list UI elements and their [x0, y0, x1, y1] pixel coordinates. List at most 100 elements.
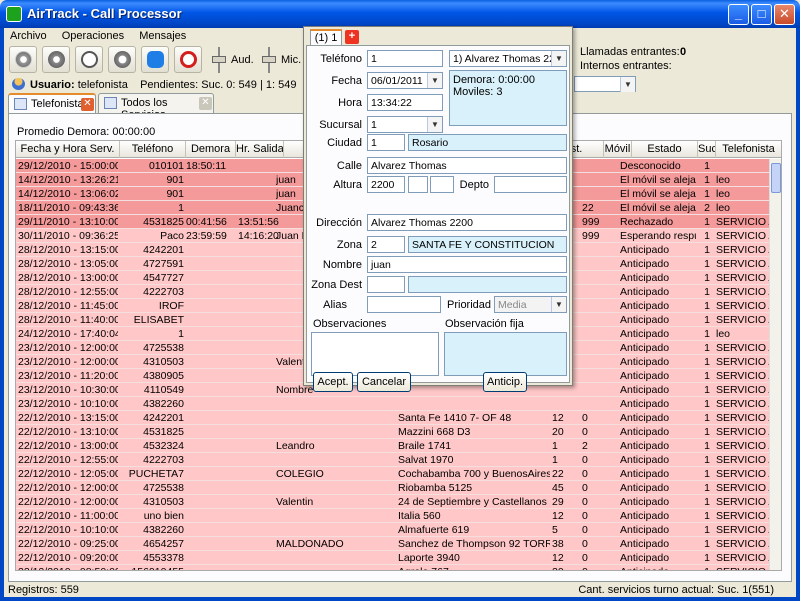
table-cell-demora: 00:41:56	[186, 216, 227, 228]
altura-extra-1[interactable]	[408, 176, 428, 193]
nombre-input[interactable]: juan	[367, 256, 567, 273]
table-cell-suc: 1	[704, 160, 710, 172]
table-cell-tel: 1	[178, 328, 184, 340]
table-cell-demora	[186, 271, 236, 285]
menu-mensajes[interactable]: Mensajes	[133, 28, 192, 42]
maximize-button[interactable]: □	[751, 4, 772, 25]
table-cell-movil: 999	[582, 216, 600, 228]
table-cell-suc: 1	[704, 398, 710, 410]
table-row[interactable]: 22/12/2010 - 11:00:00 uno bien Italia 560 1…	[16, 509, 781, 523]
table-cell-demora	[186, 285, 236, 299]
close-icon[interactable]: ✕	[81, 98, 94, 111]
table-cell-zona: 5	[552, 524, 558, 536]
toolbar-button-6[interactable]	[174, 46, 202, 73]
table-cell-zona: 45	[552, 482, 564, 494]
observaciones-textarea[interactable]	[311, 332, 439, 376]
grid-scrollbar[interactable]	[769, 159, 781, 570]
tab-todos-servicios[interactable]: Todos los Servicios ✕	[98, 93, 214, 121]
aceptar-button[interactable]: Acept.	[313, 372, 353, 392]
table-cell-demora	[186, 425, 236, 439]
table-cell-movil	[582, 341, 606, 355]
table-cell-suc: 1	[704, 384, 710, 396]
prioridad-select[interactable]: Media ▼	[494, 296, 567, 313]
col-demora[interactable]: Demora	[186, 141, 236, 158]
table-row[interactable]: 22/12/2010 - 09:25:00 4654257 MALDONADO San…	[16, 537, 781, 551]
table-cell-demora	[186, 327, 236, 341]
altura-input[interactable]: 2200	[367, 176, 405, 193]
col-telefonista[interactable]: Telefonista	[716, 141, 781, 158]
col-movil[interactable]: Móvil	[604, 141, 632, 158]
table-row[interactable]: 22/12/2010 - 12:05:00 PUCHETA7 COLEGIO Coch…	[16, 467, 781, 481]
fecha-input[interactable]: 06/01/2011 ▼	[367, 72, 443, 89]
toolbar-button-4[interactable]	[108, 46, 136, 73]
menu-operaciones[interactable]: Operaciones	[56, 28, 130, 42]
toolbar-button-3[interactable]	[75, 46, 103, 73]
table-cell-dir: Mazzini 668 D3	[398, 426, 471, 438]
col-suc[interactable]: Suc.	[698, 141, 716, 158]
toolbar-button-2[interactable]	[42, 46, 70, 73]
close-icon[interactable]: ✕	[199, 97, 212, 110]
dialog-tab[interactable]: (1) 1	[310, 29, 342, 45]
nombre-label: Nombre	[322, 259, 362, 271]
chevron-down-icon: ▼	[551, 297, 566, 312]
table-row[interactable]: 22/12/2010 - 12:00:00 4310503 Valentin 24 d…	[16, 495, 781, 509]
table-row[interactable]: 22/12/2010 - 13:15:00 4242201 Santa Fe 141…	[16, 411, 781, 425]
table-cell-demora	[186, 201, 236, 215]
toolbar-button-1[interactable]	[9, 46, 37, 73]
telefono-input[interactable]: 1	[367, 50, 443, 67]
table-row[interactable]: 22/12/2010 - 10:10:00 4382260 Almafuerte 6…	[16, 523, 781, 537]
user-text: Usuario: telefonista Pendientes: Suc. 0:…	[30, 79, 296, 91]
table-cell-fecha: 28/12/2010 - 11:40:00	[18, 314, 118, 326]
zona-dest-input[interactable]	[367, 276, 405, 293]
zona-code-input[interactable]: 2	[367, 236, 405, 253]
hora-input[interactable]: 13:34:22	[367, 94, 443, 111]
table-cell-fecha: 22/12/2010 - 13:00:00	[18, 440, 118, 452]
col-telefono[interactable]: Teléfono	[120, 141, 186, 158]
table-row[interactable]: 22/12/2010 - 08:50:00156910455 Agrelo 767…	[16, 565, 781, 570]
menu-archivo[interactable]: Archivo	[4, 28, 53, 42]
tab-telefonista[interactable]: Telefonista ✕	[8, 93, 96, 113]
table-cell-estado: Anticipado	[620, 454, 670, 466]
table-cell-suc: 1	[704, 286, 710, 298]
mic-slider[interactable]	[262, 47, 276, 73]
audio-slider[interactable]	[212, 47, 226, 73]
telefono-combo[interactable]: 1) Alvarez Thomas 2200 ▼	[449, 50, 567, 67]
col-salida[interactable]: Hr. Salida	[236, 141, 284, 158]
status-bar: Registros: 559 Cant. servicios turno act…	[4, 582, 796, 597]
table-row[interactable]: 22/12/2010 - 13:00:00 4532324 Leandro Brail…	[16, 439, 781, 453]
table-cell-movil	[582, 187, 606, 201]
anticipar-button[interactable]: Anticip.	[483, 372, 527, 392]
table-cell-movil: 0	[582, 482, 588, 494]
table-cell-demora	[186, 243, 236, 257]
col-fecha[interactable]: Fecha y Hora Serv.	[16, 141, 120, 158]
table-cell-zona: 12	[552, 412, 564, 424]
calle-input[interactable]: Alvarez Thomas	[367, 157, 567, 174]
zona-dest-name-field	[408, 276, 567, 293]
depto-input[interactable]	[494, 176, 567, 193]
table-cell-movil	[582, 271, 606, 285]
close-button[interactable]: ✕	[774, 4, 795, 25]
direccion-input[interactable]: Alvarez Thomas 2200	[367, 214, 567, 231]
alias-input[interactable]	[367, 296, 441, 313]
table-row[interactable]: 22/12/2010 - 09:20:00 4553378 Laporte 3940…	[16, 551, 781, 565]
table-cell-suc: 1	[704, 538, 710, 550]
stop-icon	[180, 51, 197, 68]
table-row[interactable]: 22/12/2010 - 13:10:00 4531825 Mazzini 668 …	[16, 425, 781, 439]
table-row[interactable]: 23/12/2010 - 10:10:00 4382260 Anticipado 1 S…	[16, 397, 781, 411]
table-cell-demora	[186, 355, 236, 369]
col-estado[interactable]: Estado	[632, 141, 698, 158]
window-frame-left	[0, 28, 4, 601]
toolbar-button-5[interactable]	[141, 46, 169, 73]
scroll-thumb[interactable]	[771, 163, 781, 193]
table-row[interactable]: 22/12/2010 - 12:00:00 4725538 Riobamba 512…	[16, 481, 781, 495]
ciudad-code-input[interactable]: 1	[367, 134, 405, 151]
add-tab-button[interactable]: +	[345, 30, 359, 44]
sucursal-select[interactable]: 1 ▼	[367, 116, 443, 133]
user-icon	[12, 78, 25, 90]
table-cell-nombre	[276, 523, 400, 537]
minimize-button[interactable]: _	[728, 4, 749, 25]
cancelar-button[interactable]: Cancelar	[357, 372, 411, 392]
table-row[interactable]: 22/12/2010 - 12:55:00 4222703 Salvat 1970 1…	[16, 453, 781, 467]
altura-extra-2[interactable]	[430, 176, 454, 193]
observacion-fija-label: Observación fija	[445, 318, 524, 330]
